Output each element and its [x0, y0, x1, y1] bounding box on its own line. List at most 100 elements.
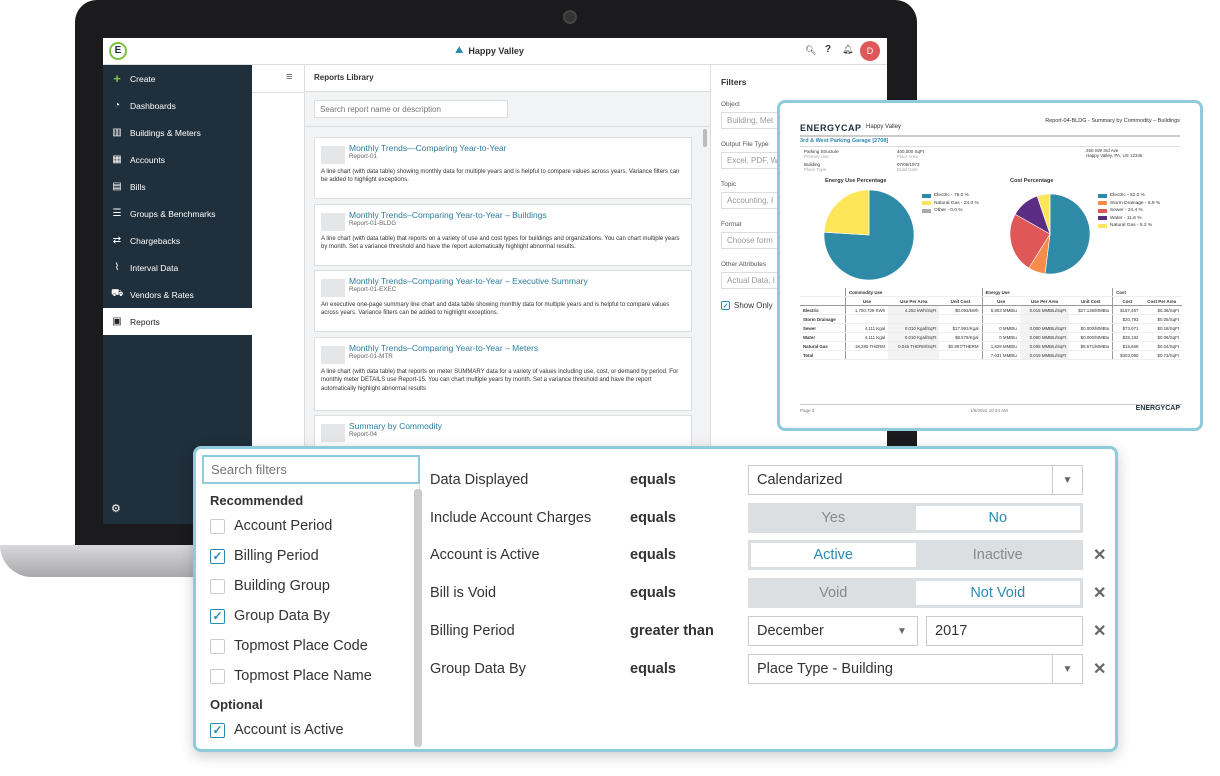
chargeback-icon: ⇄	[112, 235, 122, 246]
checkbox[interactable]	[210, 518, 225, 534]
sidebar-item-interval-data[interactable]: ⌇ Interval Data	[103, 254, 252, 281]
filter-list-scrollbar[interactable]	[414, 489, 422, 747]
year-input[interactable]: 2017	[926, 616, 1083, 646]
sidebar-item-label: Groups & Benchmarks	[130, 208, 216, 219]
filter-option[interactable]: Account Period	[202, 511, 412, 541]
chevron-down-icon: ▼	[1052, 655, 1082, 683]
sidebar-item-create[interactable]: + Create	[103, 65, 252, 92]
operator[interactable]: equals	[630, 585, 748, 601]
operator[interactable]: equals	[630, 661, 748, 677]
report-card[interactable]: Monthly Trends–Comparing Year-to-Year – …	[314, 337, 692, 411]
table-group-row: Commodity Use Energy Use Cost	[800, 288, 1182, 297]
filter-row-label: Include Account Charges	[430, 510, 592, 526]
report-thumbnail-icon	[321, 213, 345, 231]
sidebar-item-bills[interactable]: ▤ Bills	[103, 173, 252, 200]
info-build-date: 07/05/1973 Build Date	[897, 162, 920, 172]
report-description: A line chart (with data table) that repo…	[321, 368, 679, 392]
list-scrollbar[interactable]	[703, 129, 707, 147]
sidebar-item-label: Interval Data	[130, 262, 179, 273]
bill-icon: ▤	[112, 181, 122, 192]
operator[interactable]: equals	[630, 472, 748, 488]
filter-row-label: Bill is Void	[430, 585, 497, 601]
gauge-icon: ◔	[113, 100, 121, 111]
toggle-option[interactable]: Void	[751, 581, 916, 605]
groups-icon: ☰	[112, 208, 122, 219]
report-title-link[interactable]: Monthly Trends–Comparing Year-to-Year – …	[349, 276, 685, 286]
top-bar: E ⛰ Happy Valley 🔍︎ ? 🔔︎ D	[103, 38, 887, 65]
value-select[interactable]: Calendarized ▼	[748, 465, 1083, 495]
toggle-option[interactable]: Yes	[751, 506, 916, 530]
bell-icon[interactable]: 🔔︎	[842, 44, 853, 55]
filter-row: Group Data By equals Place Type - Building…	[430, 654, 1110, 684]
help-icon[interactable]: ?	[825, 44, 831, 55]
table-row: Storm Drainage $20,793 $0.05/SqFt	[800, 314, 1182, 324]
filters-title: Filters	[721, 77, 747, 87]
show-only-label: Show Only	[734, 301, 773, 310]
sidebar-item-chargebacks[interactable]: ⇄ Chargebacks	[103, 227, 252, 254]
chevron-down-icon: ▼	[1052, 466, 1082, 494]
sidebar-item-label: Create	[130, 73, 156, 84]
info-primary-use: Parking Structure Primary Use	[804, 149, 839, 159]
toggle-option[interactable]: Inactive	[916, 543, 1081, 567]
toggle-option[interactable]: No	[915, 506, 1080, 530]
report-thumbnail-icon	[321, 279, 345, 297]
report-thumbnail-icon	[321, 146, 345, 164]
report-title-link[interactable]: Monthly Trends—Comparing Year-to-Year	[349, 143, 685, 153]
toggle-group: Active Inactive	[748, 540, 1083, 570]
operator[interactable]: equals	[630, 547, 748, 563]
remove-filter-icon[interactable]: ✕	[1093, 545, 1106, 565]
report-card[interactable]: Monthly Trends–Comparing Year-to-Year – …	[314, 270, 692, 332]
report-title-link[interactable]: Monthly Trends–Comparing Year-to-Year – …	[349, 210, 685, 220]
sidebar-item-vendors-rates[interactable]: ⛟ Vendors & Rates	[103, 281, 252, 308]
toggle-option[interactable]: Not Void	[915, 581, 1080, 605]
filter-option[interactable]: Topmost Place Name	[202, 661, 412, 691]
checkbox[interactable]	[210, 638, 225, 654]
legend-entry: Electric - 76.0 %	[922, 192, 979, 200]
filter-option[interactable]: ✓ Account is Active	[202, 715, 412, 745]
gear-icon[interactable]: ⚙	[111, 502, 121, 515]
operator[interactable]: greater than	[630, 623, 748, 639]
remove-filter-icon[interactable]: ✕	[1093, 621, 1106, 641]
menu-icon[interactable]: ≡	[286, 71, 292, 83]
sidebar-item-accounts[interactable]: ▦ Accounts	[103, 146, 252, 173]
search-icon[interactable]: 🔍︎	[805, 45, 816, 56]
remove-filter-icon[interactable]: ✕	[1093, 659, 1106, 679]
sidebar-item-buildings-meters[interactable]: ▥ Buildings & Meters	[103, 119, 252, 146]
report-search-input[interactable]	[314, 100, 508, 118]
report-title-link[interactable]: Summary by Commodity	[349, 421, 685, 431]
info-floor-area: 400,000 SqFt Floor Area	[897, 149, 925, 159]
sidebar-item-groups-benchmarks[interactable]: ☰ Groups & Benchmarks	[103, 200, 252, 227]
table-row: Electric 1,700,729 KWh 4.252 kWh/SqFt $0.09…	[800, 305, 1182, 315]
filter-row-label: Billing Period	[430, 623, 515, 639]
checkbox[interactable]	[210, 668, 225, 684]
filter-option[interactable]: Building Group	[202, 571, 412, 601]
checkbox[interactable]: ✓	[210, 548, 225, 564]
checkbox[interactable]	[210, 578, 225, 594]
footer-logo: ENERGYCAP	[1135, 405, 1180, 412]
checkbox[interactable]: ✓	[210, 722, 225, 738]
chevron-down-icon: ▼	[897, 625, 907, 637]
energycap-logo-icon[interactable]: E	[109, 42, 127, 60]
avatar[interactable]: D	[860, 41, 880, 61]
filter-row: Billing Period greater than December ▼ 2017 ✕	[430, 616, 1110, 646]
value-select[interactable]: Place Type - Building ▼	[748, 654, 1083, 684]
month-select[interactable]: December ▼	[748, 616, 918, 646]
legend-swatch	[1098, 193, 1107, 198]
report-card[interactable]: Monthly Trends—Comparing Year-to-Year Rep…	[314, 137, 692, 199]
report-id: Report-01-MTR	[349, 353, 393, 360]
report-description: A line chart (with data table) showing m…	[321, 168, 680, 184]
sidebar-item-dashboards[interactable]: ◔ Dashboards	[103, 92, 252, 119]
filter-list: Recommended Account Period✓Billing Period…	[202, 455, 422, 747]
filter-option[interactable]: ✓ Group Data By	[202, 601, 412, 631]
filter-search-input[interactable]	[202, 455, 420, 484]
report-card[interactable]: Monthly Trends–Comparing Year-to-Year – …	[314, 204, 692, 266]
show-only-checkbox[interactable]: ✓	[721, 301, 730, 310]
remove-filter-icon[interactable]: ✕	[1093, 583, 1106, 603]
report-title-link[interactable]: Monthly Trends–Comparing Year-to-Year – …	[349, 343, 685, 353]
filter-option[interactable]: ✓ Billing Period	[202, 541, 412, 571]
operator[interactable]: equals	[630, 510, 748, 526]
filter-option[interactable]: Topmost Place Code	[202, 631, 412, 661]
toggle-option[interactable]: Active	[751, 543, 916, 567]
checkbox[interactable]: ✓	[210, 608, 225, 624]
sidebar-item-reports[interactable]: ▣ Reports	[103, 308, 252, 335]
